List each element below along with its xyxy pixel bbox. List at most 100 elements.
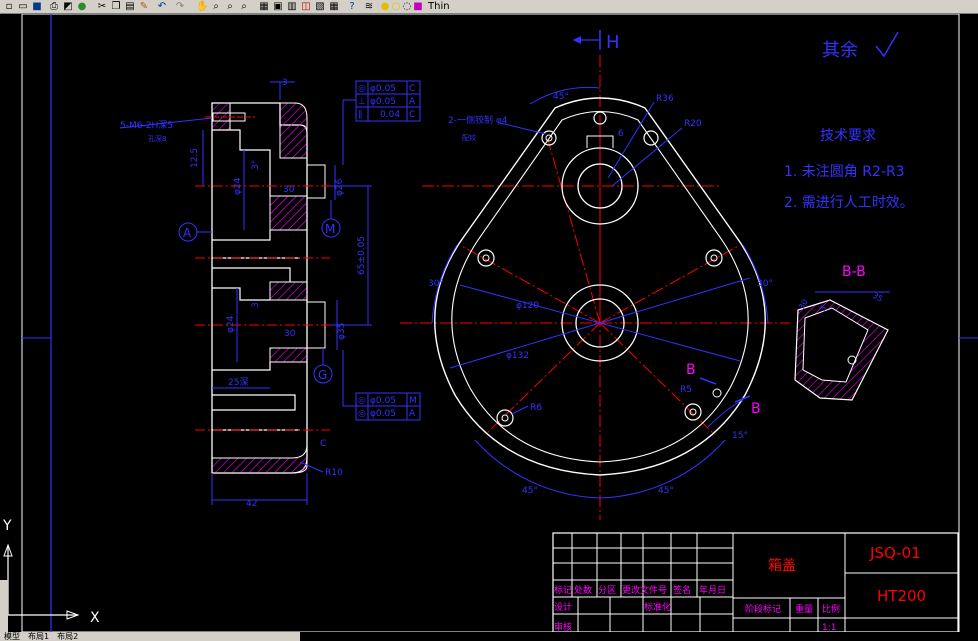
zoom-window-icon[interactable]: ⌕	[224, 0, 236, 13]
open-icon[interactable]: ▭	[17, 0, 29, 13]
cut-icon[interactable]: ✂	[96, 0, 108, 13]
dim-phi4-note: 配铰	[462, 133, 476, 142]
dim-30-right: 30°	[757, 279, 773, 289]
dim-phi120: φ120	[516, 301, 539, 311]
dim-r10: R10	[325, 468, 343, 478]
svg-text:C: C	[409, 84, 415, 94]
layout-tabs: 模型 布局1 布局2	[0, 632, 300, 641]
dim-r20: R20	[684, 119, 702, 129]
svg-text:更改文件号: 更改文件号	[622, 584, 667, 596]
datum-markers: A M G	[178, 200, 341, 384]
color-swatch-icon[interactable]: ■	[413, 0, 423, 13]
calculator-icon[interactable]: ▦	[328, 0, 340, 13]
svg-text:φ0.05: φ0.05	[370, 97, 396, 107]
drawing-number: JSQ-01	[869, 544, 921, 562]
copy-icon[interactable]: ❐	[110, 0, 122, 13]
dim-45-top: 45°	[553, 92, 569, 102]
lock-icon[interactable]: ◌	[402, 0, 412, 13]
svg-text:1:1: 1:1	[822, 623, 836, 632]
dim-15: 15°	[732, 431, 748, 441]
material: HT200	[877, 587, 926, 605]
sheet-set-icon[interactable]: ◫	[300, 0, 312, 13]
tech-req-1: 1. 未注圆角 R2-R3	[784, 164, 905, 180]
dim-phi132: φ132	[506, 351, 529, 361]
svg-text:0.04: 0.04	[380, 110, 400, 120]
dim-r36: R36	[656, 94, 674, 104]
svg-text:φ0.05: φ0.05	[370, 396, 396, 406]
tab-model[interactable]: 模型	[0, 632, 24, 641]
tab-layout-2[interactable]: 布局2	[53, 632, 82, 641]
svg-text:A: A	[409, 97, 416, 107]
svg-text:◎: ◎	[358, 84, 366, 94]
svg-text:标准化: 标准化	[644, 601, 671, 613]
new-icon[interactable]: ▫	[3, 0, 15, 13]
dim-3-top: 3	[282, 78, 288, 88]
dim-45-bottom-left: 45°	[522, 486, 538, 496]
datum-a: A	[183, 226, 192, 240]
bulb-icon[interactable]: ●	[380, 0, 390, 13]
svg-text:φ0.05: φ0.05	[370, 84, 396, 94]
pan-icon[interactable]: ✋	[196, 0, 208, 13]
markup-icon[interactable]: ▧	[314, 0, 326, 13]
svg-text:◎: ◎	[358, 409, 366, 419]
help-icon[interactable]: ?	[346, 0, 358, 13]
section-dimensions: 5-M6-2H深5 孔深8 12.5 3 3° φ24 30 φ26 65±0.…	[119, 78, 372, 509]
tab-layout-1[interactable]: 布局1	[24, 632, 53, 641]
section-view	[195, 102, 330, 474]
roughness-note: 其余	[822, 40, 858, 61]
vertical-scrollbar[interactable]	[0, 580, 8, 632]
save-icon[interactable]: ■	[31, 0, 43, 13]
dim-12-5: 12.5	[190, 148, 200, 168]
zoom-realtime-icon[interactable]: ⌕	[210, 0, 222, 13]
view-label-h: H	[606, 32, 620, 53]
tech-title: 技术要求	[820, 128, 876, 144]
paste-icon[interactable]: ▤	[124, 0, 136, 13]
section-bb-view: B-B 30 3 35	[794, 264, 890, 401]
publish-icon[interactable]: ●	[76, 0, 88, 13]
svg-text:阶段标记: 阶段标记	[745, 603, 781, 615]
print-icon[interactable]: ⎙	[48, 0, 60, 13]
svg-text:分区: 分区	[598, 585, 616, 596]
dim-30-upper: 30	[283, 185, 295, 195]
redo-icon[interactable]: ↷	[173, 0, 187, 13]
dim-bb-35: 35	[871, 291, 884, 304]
dim-phi35: φ35	[337, 323, 347, 340]
layer-icon[interactable]: ≋	[363, 0, 375, 13]
dim-r5: R5	[680, 385, 692, 395]
dim-phi24-upper: φ24	[233, 177, 243, 195]
dim-3-lower: 3	[251, 302, 261, 308]
svg-text:∥: ∥	[358, 110, 363, 120]
section-bb-title: B-B	[842, 264, 866, 280]
zoom-previous-icon[interactable]: ⌕	[238, 0, 250, 13]
svg-text:标记: 标记	[554, 584, 572, 596]
notes: 其余 技术要求 1. 未注圆角 R2-R3 2. 需进行人工时效。	[784, 31, 914, 211]
standard-toolbar: ▫ ▭ ■ ⎙ ◩ ● ✂ ❐ ▤ ✎ ↶ ↷ ✋ ⌕ ⌕ ⌕ ▦ ▣ ▥ ◫ …	[0, 0, 978, 14]
datum-g: G	[318, 368, 327, 382]
dim-phi24-lower: φ24	[226, 315, 236, 333]
svg-text:C: C	[409, 110, 415, 120]
part-name: 箱盖	[768, 558, 796, 574]
undo-icon[interactable]: ↶	[155, 0, 169, 13]
svg-text:设计: 设计	[554, 601, 572, 613]
svg-text:φ0.05: φ0.05	[370, 409, 396, 419]
svg-text:处数: 处数	[574, 584, 592, 596]
section-b-label-1: B	[686, 362, 696, 378]
svg-text:比例: 比例	[822, 603, 840, 615]
linetype-label[interactable]: Thin	[428, 0, 468, 13]
svg-text:签名: 签名	[673, 584, 691, 596]
dim-30-lower: 30	[284, 329, 296, 339]
drawing-canvas[interactable]: 5-M6-2H深5 孔深8 12.5 3 3° φ24 30 φ26 65±0.…	[0, 14, 978, 632]
svg-text:重量: 重量	[795, 603, 813, 615]
design-center-icon[interactable]: ▣	[272, 0, 284, 13]
thread-note: 5-M6-2H深5	[120, 120, 173, 131]
tool-palette-icon[interactable]: ▥	[286, 0, 298, 13]
tolerance-frames: ◎ φ0.05 C ⊥ φ0.05 A ∥ 0.04 C ◎ φ0.05 M ◎ φ0.05 A	[342, 80, 421, 421]
properties-icon[interactable]: ▦	[258, 0, 270, 13]
view-h-marker: H	[573, 30, 620, 53]
sun-icon[interactable]: ○	[391, 0, 401, 13]
preview-icon[interactable]: ◩	[62, 0, 74, 13]
dim-6: 6	[618, 129, 624, 139]
svg-text:M: M	[409, 396, 417, 406]
match-icon[interactable]: ✎	[138, 0, 150, 13]
dim-3-upper: 3°	[251, 160, 261, 170]
